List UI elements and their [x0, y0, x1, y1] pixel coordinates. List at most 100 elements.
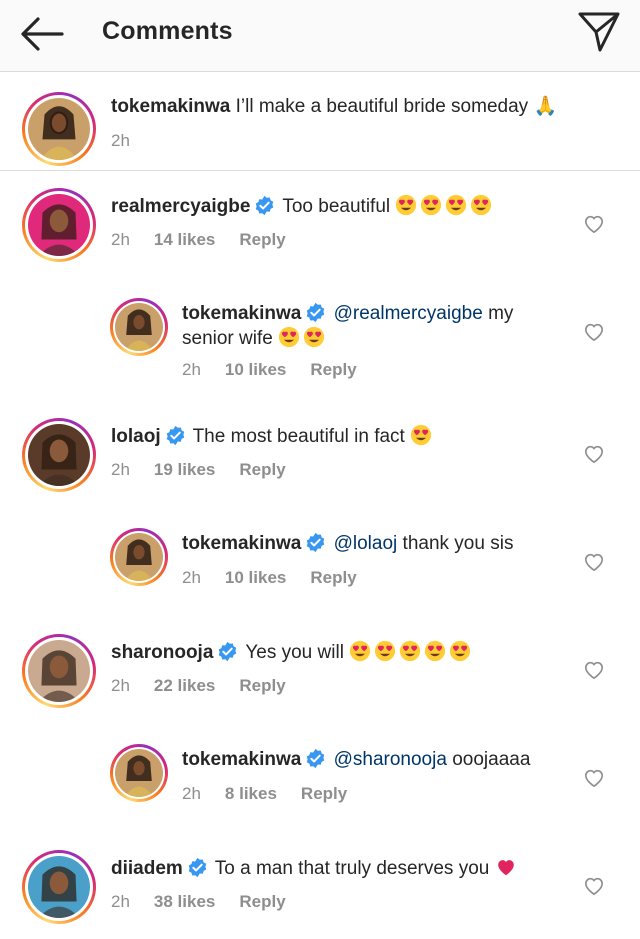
username[interactable]: sharonooja [111, 642, 213, 663]
avatar[interactable] [110, 298, 168, 356]
likes-count[interactable]: 8 likes [225, 784, 277, 804]
comment-meta: 2h 19 likes Reply [111, 460, 286, 480]
timestamp: 2h [111, 460, 130, 479]
heart-eyes-emoji [425, 640, 446, 662]
mention-link[interactable]: @lolaoj [334, 533, 398, 554]
username[interactable]: realmercyaigbe [111, 196, 250, 217]
caption-body: I’ll make a beautiful bride someday [235, 96, 529, 117]
reply-button[interactable]: Reply [310, 360, 356, 380]
avatar-image [28, 424, 90, 486]
timestamp: 2h [111, 892, 130, 911]
heart-eyes-emoji [411, 424, 432, 446]
heart-eyes-emoji [421, 194, 442, 216]
verified-badge-icon [256, 195, 274, 216]
timestamp: 2h [182, 568, 201, 587]
heart-eyes-emoji [304, 326, 325, 348]
comment-text: tokemakinwa @lolaoj thank you sis [182, 532, 513, 556]
timestamp: 2h [111, 676, 130, 695]
username[interactable]: tokemakinwa [182, 749, 301, 770]
top-bar: Comments [0, 0, 640, 72]
comment-meta: 2h 22 likes Reply [111, 676, 286, 696]
username[interactable]: diiadem [111, 858, 183, 879]
reply-button[interactable]: Reply [301, 784, 347, 804]
like-heart-icon[interactable] [583, 768, 605, 788]
avatar[interactable] [110, 528, 168, 586]
caption-meta: 2h [111, 131, 130, 151]
heart-eyes-emoji [471, 194, 492, 216]
comment-meta: 2h 14 likes Reply [111, 230, 286, 250]
avatar[interactable] [22, 188, 96, 262]
comment-body: The most beautiful in fact [192, 426, 405, 447]
avatar[interactable] [22, 634, 96, 708]
comment-meta: 2h 8 likes Reply [182, 784, 347, 804]
timestamp: 2h [111, 230, 130, 249]
likes-count[interactable]: 14 likes [154, 230, 215, 250]
verified-badge-icon [219, 641, 237, 662]
avatar-image [115, 533, 163, 581]
comment-body: Yes you will [245, 642, 344, 663]
page-title: Comments [102, 17, 233, 45]
timestamp: 2h [182, 360, 201, 379]
comment-body: thank you sis [402, 533, 514, 554]
like-heart-icon[interactable] [583, 876, 605, 896]
comment-text: sharonooja Yes you will [111, 640, 474, 665]
likes-count[interactable]: 10 likes [225, 568, 286, 588]
comment-text: tokemakinwa @realmercyaigbe my [182, 302, 513, 326]
like-heart-icon[interactable] [583, 552, 605, 572]
verified-badge-icon [307, 302, 325, 323]
verified-badge-icon [307, 532, 325, 553]
comment-body: Too beautiful [282, 196, 391, 217]
likes-count[interactable]: 10 likes [225, 360, 286, 380]
heart-eyes-emoji [350, 640, 371, 662]
heart-eyes-emoji [450, 640, 471, 662]
username[interactable]: lolaoj [111, 426, 161, 447]
comment-text: realmercyaigbe Too beautiful [111, 194, 495, 219]
avatar-image [28, 98, 90, 160]
paper-plane-icon[interactable] [576, 10, 622, 54]
comment-text: tokemakinwa @sharonooja ooojaaaa [182, 748, 530, 772]
reply-button[interactable]: Reply [239, 676, 285, 696]
avatar-image [115, 303, 163, 351]
reply-button[interactable]: Reply [310, 568, 356, 588]
avatar-image [115, 749, 163, 797]
caption-text: tokemakinwa I’ll make a beautiful bride … [111, 95, 557, 119]
avatar-image [28, 194, 90, 256]
likes-count[interactable]: 22 likes [154, 676, 215, 696]
avatar[interactable] [22, 418, 96, 492]
comment-text: lolaoj The most beautiful in fact [111, 424, 435, 449]
post-caption: tokemakinwa I’ll make a beautiful bride … [0, 73, 640, 171]
likes-count[interactable]: 19 likes [154, 460, 215, 480]
like-heart-icon[interactable] [583, 660, 605, 680]
verified-badge-icon [166, 425, 184, 446]
heart-eyes-emoji [446, 194, 467, 216]
username[interactable]: tokemakinwa [182, 303, 301, 324]
likes-count[interactable]: 38 likes [154, 892, 215, 912]
timestamp: 2h [111, 131, 130, 150]
like-heart-icon[interactable] [583, 214, 605, 234]
like-heart-icon[interactable] [583, 322, 605, 342]
avatar[interactable] [110, 744, 168, 802]
like-heart-icon[interactable] [583, 444, 605, 464]
comment-text: diiadem To a man that truly deserves you [111, 856, 520, 881]
comment-meta: 2h 10 likes Reply [182, 360, 357, 380]
verified-badge-icon [188, 857, 207, 878]
reply-button[interactable]: Reply [239, 230, 285, 250]
reply-button[interactable]: Reply [239, 460, 285, 480]
arrow-left-icon[interactable] [18, 14, 66, 54]
comment-body: senior wife [182, 328, 273, 349]
red-heart-emoji [497, 860, 514, 876]
username[interactable]: tokemakinwa [111, 96, 230, 117]
heart-eyes-emoji [400, 640, 421, 662]
avatar[interactable] [22, 850, 96, 924]
comment-body: To a man that truly deserves you [214, 858, 490, 879]
mention-link[interactable]: @sharonooja [334, 749, 447, 770]
comment-body: ooojaaaa [452, 749, 531, 770]
comment-meta: 2h 38 likes Reply [111, 892, 286, 912]
avatar-image [28, 640, 90, 702]
heart-eyes-emoji [279, 326, 300, 348]
reply-button[interactable]: Reply [239, 892, 285, 912]
timestamp: 2h [182, 784, 201, 803]
mention-link[interactable]: @realmercyaigbe [334, 303, 483, 324]
username[interactable]: tokemakinwa [182, 533, 301, 554]
avatar[interactable] [22, 92, 96, 166]
